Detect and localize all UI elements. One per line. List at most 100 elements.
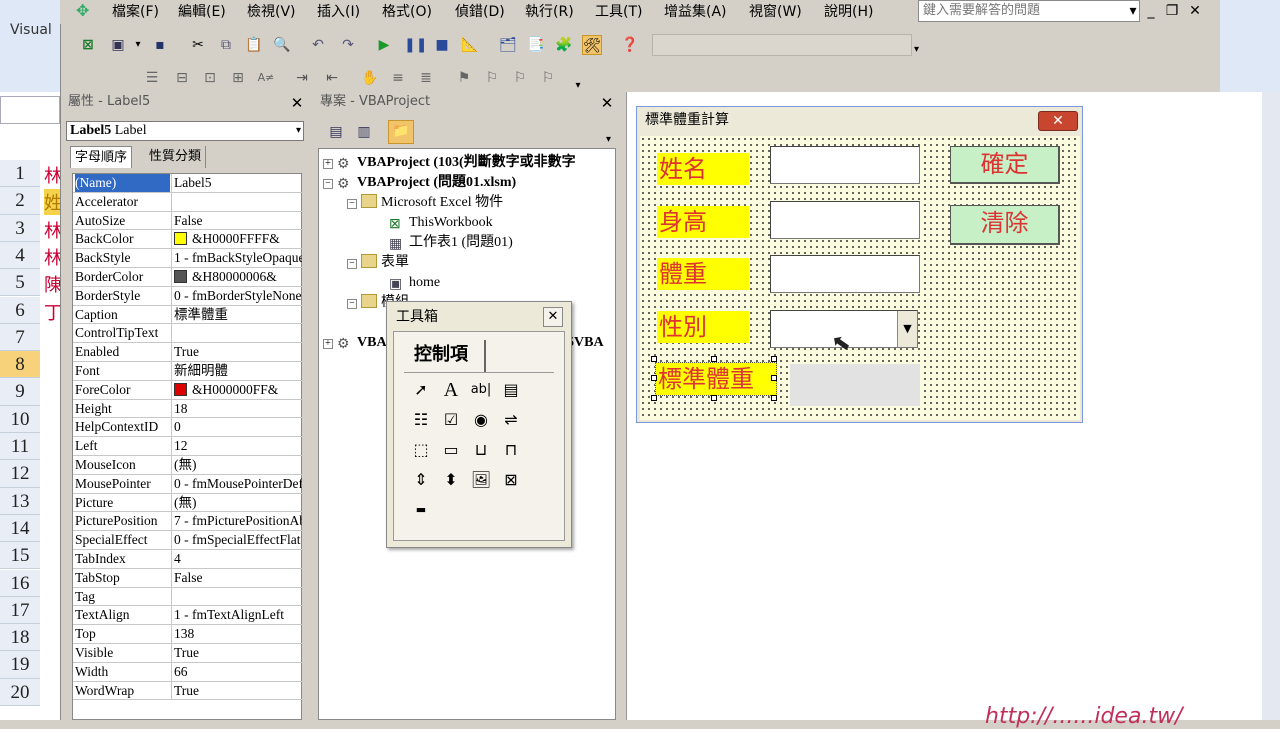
multipage-tool-icon[interactable]: ⊓ — [498, 437, 524, 463]
excel-row-header[interactable]: 9 — [0, 378, 40, 406]
tab-alphabetic[interactable]: 字母順序 — [70, 146, 133, 168]
excel-row-header[interactable]: 6 — [0, 296, 40, 324]
property-value[interactable]: True — [171, 681, 302, 700]
copy-icon[interactable]: ⧉ — [216, 35, 236, 55]
project-close-icon[interactable]: ✕ — [598, 95, 616, 113]
togglebutton-tool-icon[interactable]: ⇌ — [498, 407, 524, 433]
menu-item[interactable]: 檔案(F) — [112, 2, 159, 22]
property-row[interactable]: ForeColor &H000000FF& — [73, 380, 303, 400]
property-row[interactable]: Width 66 — [73, 662, 303, 682]
property-value[interactable]: 12 — [171, 437, 302, 456]
menu-item[interactable]: 執行(R) — [525, 2, 574, 22]
property-value[interactable]: (無) — [171, 456, 302, 474]
tree-node-project-103[interactable]: + ⚙ VBAProject (103(判斷數字或非數字 — [323, 153, 576, 173]
image-tool-icon[interactable]: 🖼 — [468, 467, 494, 493]
property-value[interactable]: 0 - fmBorderStyleNone — [171, 286, 302, 305]
list-properties-icon[interactable]: ☰ — [142, 68, 162, 88]
view-code-icon[interactable]: ▤ — [326, 122, 346, 142]
menu-item[interactable]: 格式(O) — [382, 2, 432, 22]
userform-close-icon[interactable]: ✕ — [1038, 111, 1078, 131]
excel-row-header[interactable]: 10 — [0, 405, 40, 433]
excel-icon[interactable]: ⊠ — [78, 35, 98, 55]
break-icon[interactable]: ❚❚ — [404, 35, 427, 55]
property-value[interactable]: 7 - fmPicturePositionAboveCenter — [171, 512, 302, 531]
reset-icon[interactable]: ■ — [432, 35, 452, 55]
label-gender[interactable]: 性別 — [657, 311, 749, 343]
clear-bookmarks-icon[interactable]: ⚐ — [538, 68, 558, 88]
uncomment-block-icon[interactable]: ≣ — [416, 68, 436, 88]
property-value[interactable]: 66 — [171, 662, 302, 681]
property-value[interactable]: 0 — [171, 418, 302, 437]
tab-categorized[interactable]: 性質分類 — [145, 146, 207, 168]
property-row[interactable]: Caption 標準體重 — [73, 305, 303, 325]
label-tool-icon[interactable]: A — [438, 377, 464, 403]
refedit-tool-icon[interactable]: ⊠ — [498, 467, 524, 493]
project-toolbar-options-icon[interactable]: ▾ — [606, 134, 611, 145]
restore-icon[interactable]: ❐ — [1163, 2, 1181, 20]
excel-row-header[interactable]: 3 — [0, 214, 40, 242]
property-value[interactable]: 1 - fmBackStyleOpaque — [171, 249, 302, 268]
gender-dropdown-icon[interactable]: ▼ — [897, 311, 917, 347]
tree-node-excel-objects[interactable]: − Microsoft Excel 物件 — [347, 193, 503, 213]
expand-icon[interactable]: + — [323, 339, 333, 349]
excel-row-header[interactable]: 4 — [0, 241, 40, 270]
project-explorer-icon[interactable]: 🗂 — [498, 35, 518, 55]
property-row[interactable]: PicturePosition 7 - fmPicturePositionAbov… — [73, 512, 303, 532]
property-row[interactable]: BackStyle 1 - fmBackStyleOpaque — [73, 249, 303, 268]
next-bookmark-icon[interactable]: ⚐ — [482, 68, 502, 88]
object-selector[interactable]: Label5 Label ▾ — [66, 121, 304, 141]
label-weight[interactable]: 體重 — [657, 258, 749, 290]
toolbox-icon[interactable]: 🛠 — [582, 35, 602, 55]
property-row[interactable]: BorderColor &H80000006& — [73, 268, 303, 287]
extra-tool-icon[interactable]: ▬ — [408, 497, 434, 523]
insert-userform-icon[interactable]: ▣ — [108, 35, 128, 55]
tree-node-thisworkbook[interactable]: ⊠ ThisWorkbook — [389, 213, 493, 233]
parameter-info-icon[interactable]: ⊞ — [228, 68, 248, 88]
vertical-scrollbar[interactable] — [1262, 92, 1280, 720]
tree-node-sheet1[interactable]: ▦ 工作表1 (問題01) — [389, 233, 513, 253]
tabstrip-tool-icon[interactable]: ⊔ — [468, 437, 494, 463]
help-search-input[interactable]: 鍵入需要解答的問題 — [918, 0, 1140, 22]
property-value[interactable]: Label5 — [171, 174, 302, 192]
property-value[interactable]: 138 — [171, 625, 302, 644]
menu-item[interactable]: 偵錯(D) — [455, 2, 505, 22]
checkbox-tool-icon[interactable]: ☑ — [438, 407, 464, 433]
tree-node-forms[interactable]: − 表單 — [347, 253, 409, 273]
excel-row-header[interactable]: 8 — [0, 351, 40, 379]
property-row[interactable]: HelpContextID 0 — [73, 418, 303, 438]
height-textbox[interactable] — [770, 201, 920, 239]
label-standard-weight[interactable]: 標準體重 — [655, 362, 777, 396]
run-icon[interactable]: ▶ — [374, 35, 394, 55]
resize-handle[interactable] — [711, 395, 717, 401]
help-dropdown-icon[interactable]: ▾ — [1124, 2, 1142, 20]
property-row[interactable]: TabStop False — [73, 568, 303, 588]
redo-icon[interactable]: ↷ — [338, 35, 358, 55]
complete-word-icon[interactable]: A≠ — [256, 68, 276, 88]
minimize-icon[interactable]: _ — [1142, 2, 1160, 20]
property-value[interactable] — [171, 587, 302, 606]
comment-block-icon[interactable]: ≡ — [388, 68, 408, 88]
menu-item[interactable]: 工具(T) — [595, 2, 642, 22]
scrollbar-tool-icon[interactable]: ⇕ — [408, 467, 434, 493]
property-value[interactable]: 0 - fmMousePointerDefault — [171, 474, 302, 493]
property-row[interactable]: Visible True — [73, 644, 303, 663]
previous-bookmark-icon[interactable]: ⚐ — [510, 68, 530, 88]
resize-handle[interactable] — [771, 356, 777, 362]
property-row[interactable]: Font 新細明體 — [73, 362, 303, 381]
spinbutton-tool-icon[interactable]: ⬍ — [438, 467, 464, 493]
property-row[interactable]: Height 18 — [73, 399, 303, 419]
excel-row-header[interactable]: 13 — [0, 487, 40, 515]
resize-handle[interactable] — [651, 395, 657, 401]
optionbutton-tool-icon[interactable]: ◉ — [468, 407, 494, 433]
clear-button[interactable]: 清除 — [950, 205, 1060, 245]
label-name[interactable]: 姓名 — [657, 153, 749, 185]
property-value[interactable] — [171, 192, 302, 211]
excel-row-header[interactable]: 5 — [0, 269, 40, 297]
excel-row-header[interactable]: 16 — [0, 569, 40, 597]
property-row[interactable]: TabIndex 4 — [73, 550, 303, 569]
textbox-tool-icon[interactable]: ab| — [468, 377, 494, 403]
property-value[interactable]: False — [171, 211, 302, 230]
property-row[interactable]: SpecialEffect 0 - fmSpecialEffectFlat — [73, 531, 303, 550]
name-textbox[interactable] — [770, 146, 920, 184]
listbox-tool-icon[interactable]: ☷ — [408, 407, 434, 433]
